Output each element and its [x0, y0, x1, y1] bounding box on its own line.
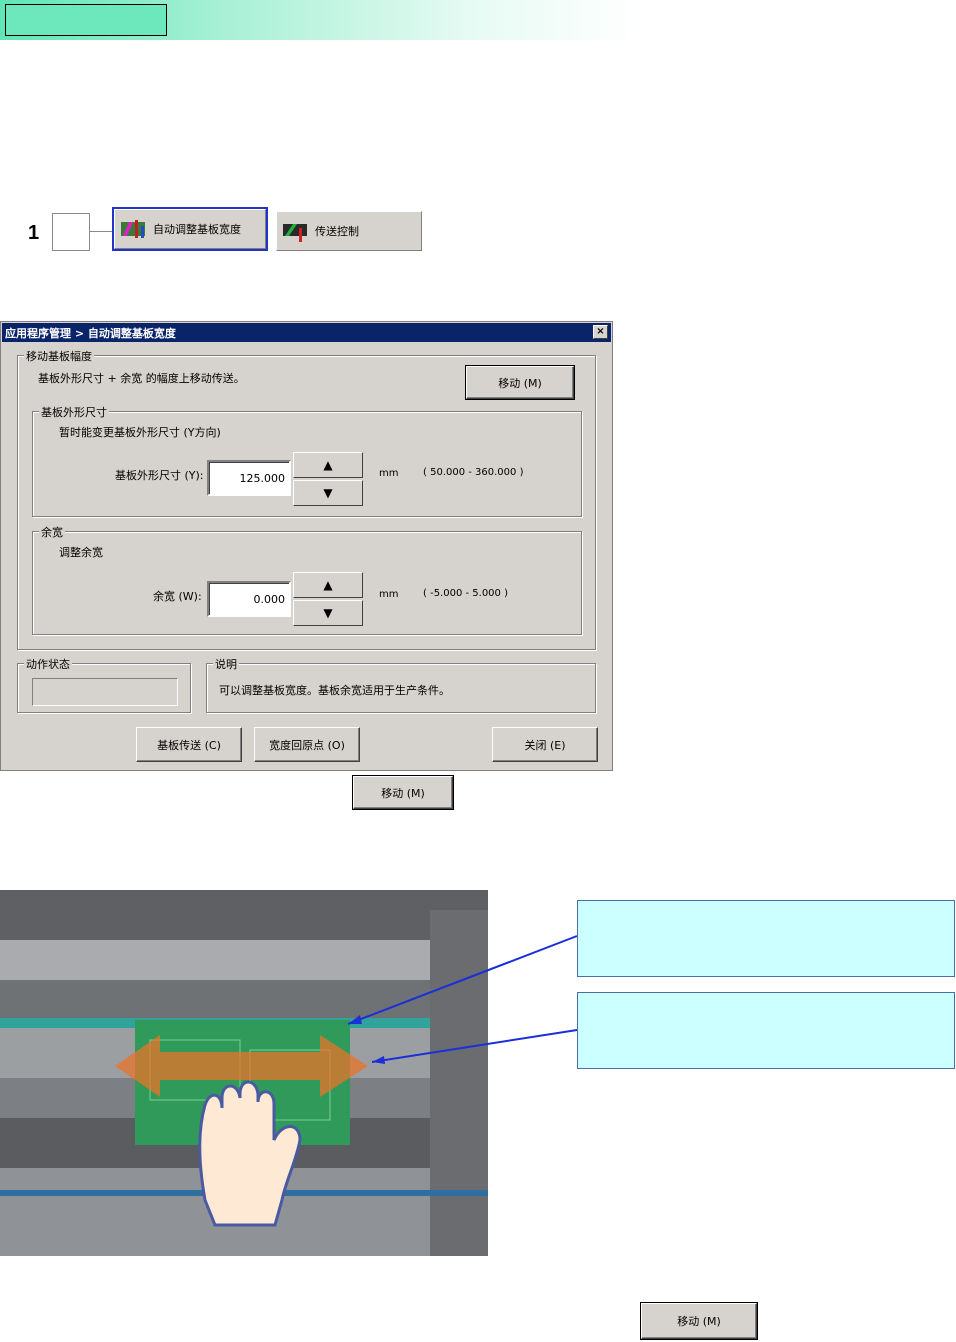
callout-leaders — [347, 935, 578, 1064]
move-button-bottom[interactable]: 移动 (M) — [640, 1302, 758, 1340]
callout-rail — [577, 992, 955, 1069]
callout-board — [577, 900, 955, 977]
